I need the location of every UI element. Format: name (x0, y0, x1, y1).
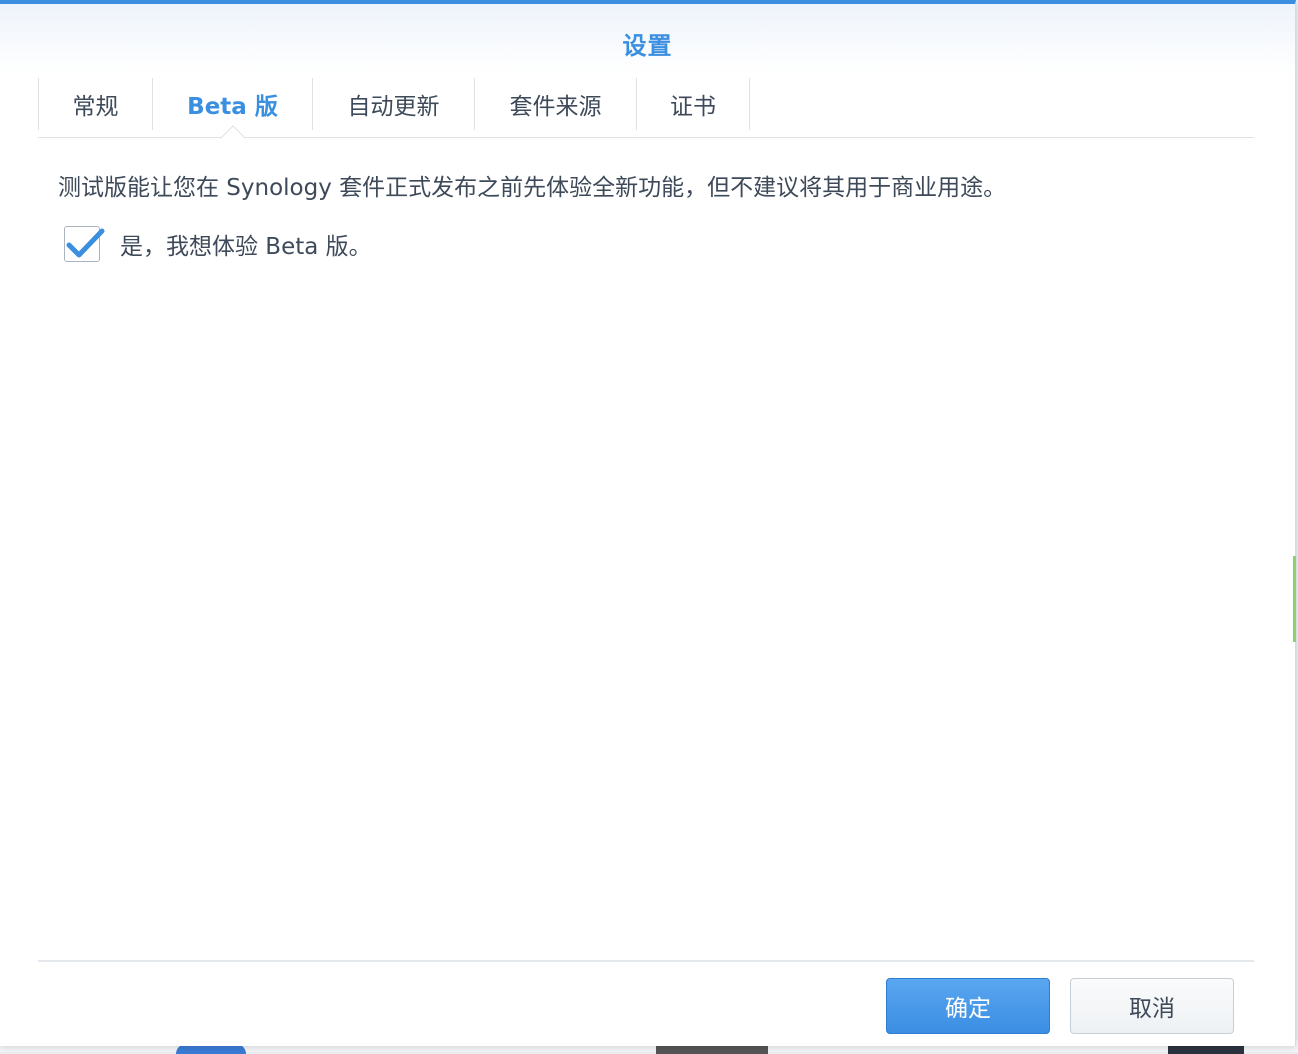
ok-button-label: 确定 (945, 996, 991, 1022)
tab-general[interactable]: 常规 (38, 78, 152, 130)
beta-opt-in-checkbox[interactable] (64, 226, 105, 262)
tab-label: 自动更新 (347, 94, 440, 120)
tab-label: Beta 版 (187, 94, 278, 120)
beta-opt-in-label[interactable]: 是，我想体验 Beta 版。 (120, 227, 372, 261)
cancel-button-label: 取消 (1129, 996, 1175, 1022)
active-tab-caret-icon (219, 125, 246, 151)
settings-dialog: 设置 常规 Beta 版 自动更新 套件来源 证书 测试版能让您在 Synolo… (0, 0, 1296, 1046)
beta-description: 测试版能让您在 Synology 套件正式发布之前先体验全新功能，但不建议将其用… (58, 175, 1007, 201)
tab-beta[interactable]: Beta 版 (152, 78, 312, 151)
footer-divider (38, 960, 1254, 962)
tab-label: 套件来源 (509, 94, 602, 120)
tab-label: 证书 (670, 94, 716, 120)
dialog-title: 设置 (622, 32, 673, 60)
settings-tabs: 常规 Beta 版 自动更新 套件来源 证书 (38, 74, 1254, 151)
checkmark-icon (66, 228, 105, 258)
background-window-edge (1293, 556, 1296, 642)
dialog-title-bar[interactable]: 设置 (0, 4, 1295, 74)
beta-opt-in-row: 是，我想体验 Beta 版。 (64, 226, 372, 262)
ok-button[interactable]: 确定 (886, 978, 1050, 1034)
tab-certificate[interactable]: 证书 (636, 78, 750, 130)
tab-label: 常规 (72, 94, 119, 120)
tab-package-sources[interactable]: 套件来源 (474, 78, 636, 130)
tab-auto-update[interactable]: 自动更新 (312, 78, 474, 130)
cancel-button[interactable]: 取消 (1070, 978, 1234, 1034)
